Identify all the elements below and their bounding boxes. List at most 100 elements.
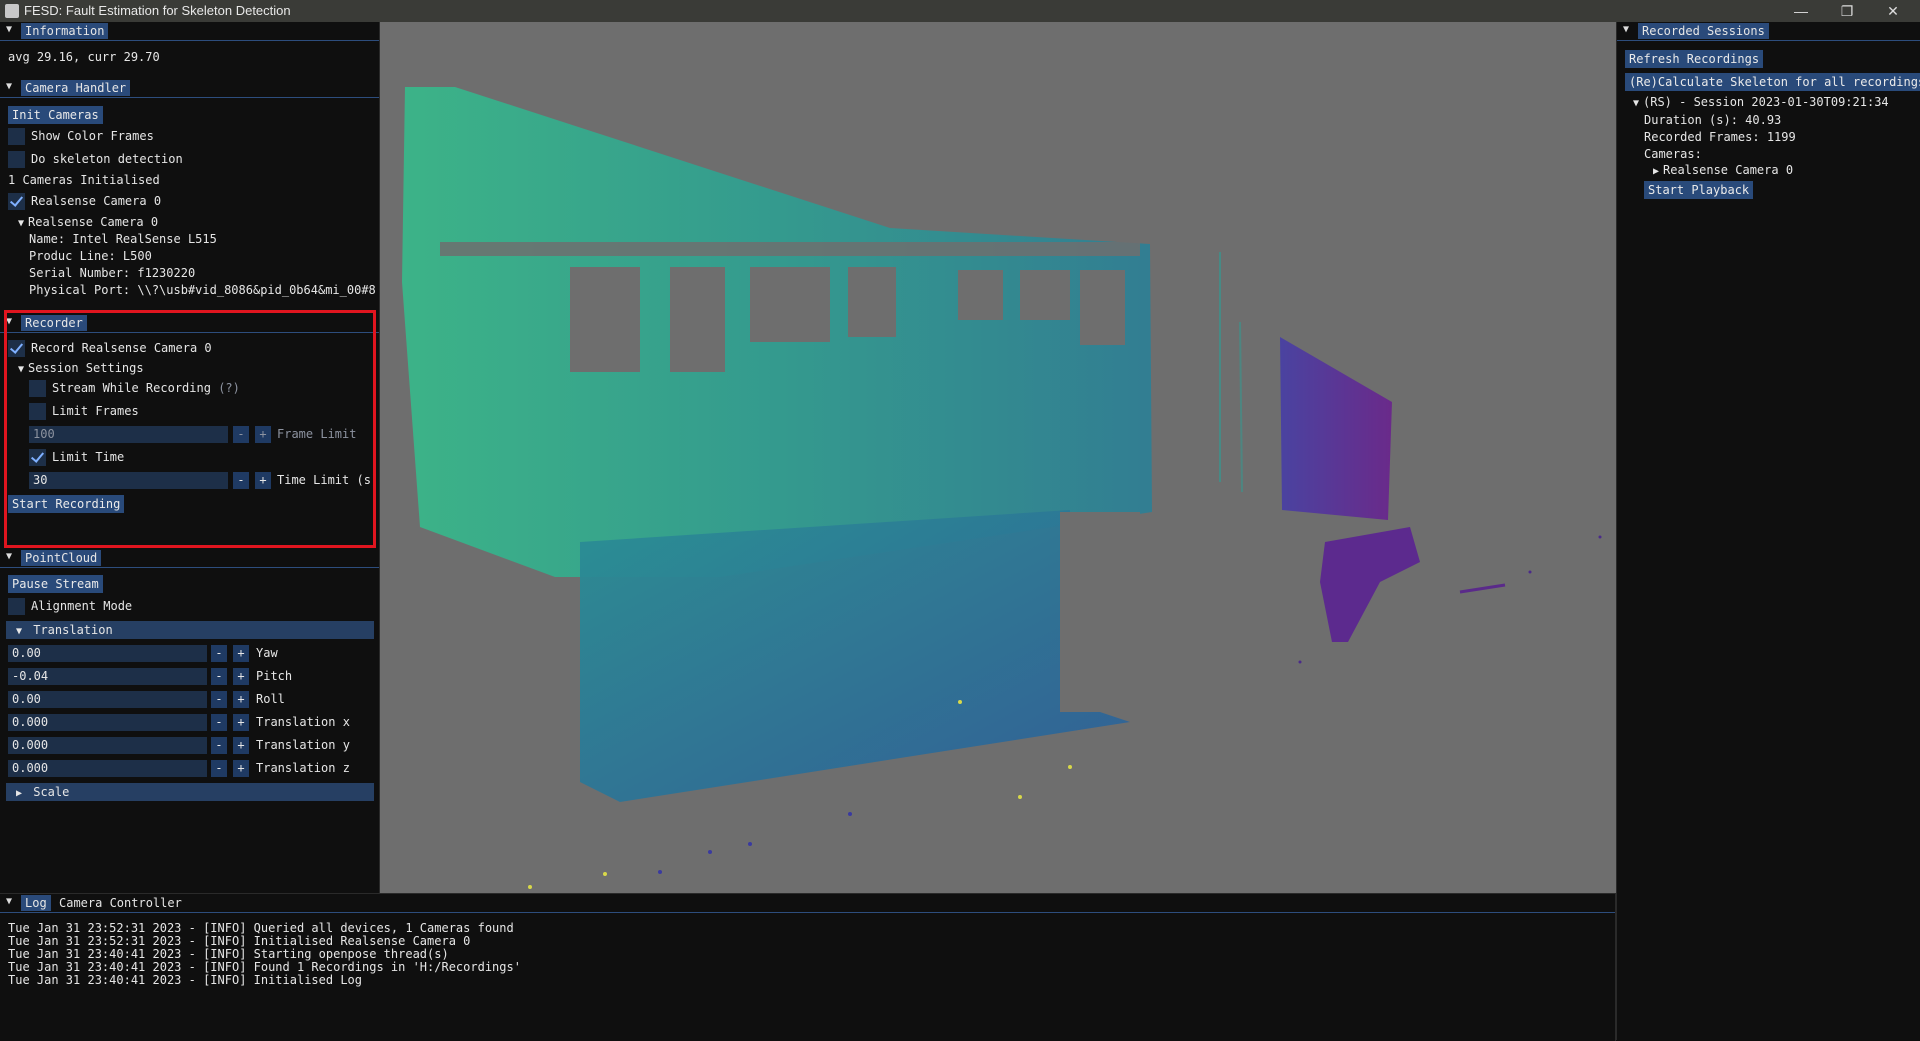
tab-log[interactable]: Log [21, 895, 51, 911]
pointcloud-point [708, 850, 712, 854]
session-camera-tree-node[interactable]: ▶ Realsense Camera 0 [1649, 162, 1793, 180]
pointcloud-window [1020, 270, 1070, 320]
pitch-decrement[interactable]: - [211, 668, 227, 685]
do-skeleton-checkbox[interactable] [8, 151, 25, 168]
collapse-triangle-icon[interactable]: ▼ [1623, 24, 1629, 35]
expanded-arrow-icon: ▼ [17, 218, 25, 229]
camera-0-checkbox[interactable] [8, 193, 25, 210]
init-cameras-button[interactable]: Init Cameras [8, 106, 103, 124]
translation-collapsing-header[interactable]: ▼ Translation [6, 621, 374, 639]
camera-serial: Serial Number: f1230220 [29, 266, 196, 280]
translation-x-label: Translation x [256, 715, 350, 729]
yaw-decrement[interactable]: - [211, 645, 227, 662]
translation-z-decrement[interactable]: - [211, 760, 227, 777]
collapsed-arrow-icon: ▶ [1652, 166, 1660, 177]
pointcloud-header[interactable]: ▼ PointCloud [0, 549, 379, 567]
alignment-mode-label: Alignment Mode [31, 599, 133, 613]
pointcloud-window [1080, 270, 1125, 345]
tab-camera-controller[interactable]: Camera Controller [55, 895, 186, 911]
session-tree-node[interactable]: ▼ (RS) - Session 2023-01-30T09:21:34 [1629, 94, 1889, 112]
pointcloud-point [848, 812, 852, 816]
pointcloud-point [658, 870, 662, 874]
pointcloud-point [1298, 660, 1302, 664]
yaw-increment[interactable]: + [233, 645, 249, 662]
divider [0, 912, 1615, 913]
start-playback-button[interactable]: Start Playback [1644, 181, 1754, 199]
translation-z-increment[interactable]: + [233, 760, 249, 777]
refresh-recordings-button[interactable]: Refresh Recordings [1625, 50, 1764, 68]
divider [1617, 40, 1920, 41]
pointcloud-point [958, 700, 962, 704]
session-frames: Recorded Frames: 1199 [1644, 130, 1796, 144]
tab-information[interactable]: Information [21, 23, 109, 39]
collapse-triangle-icon[interactable]: ▼ [6, 551, 12, 562]
pause-stream-button[interactable]: Pause Stream [8, 575, 103, 593]
pointcloud-point [1068, 765, 1072, 769]
translation-x-decrement[interactable]: - [211, 714, 227, 731]
scale-collapsing-header[interactable]: ▶ Scale [6, 783, 374, 801]
collapse-triangle-icon[interactable]: ▼ [6, 24, 12, 35]
expanded-arrow-icon: ▼ [1632, 98, 1640, 109]
minimize-icon[interactable]: — [1778, 0, 1824, 22]
pointcloud-viewport[interactable] [380, 22, 1616, 893]
pitch-increment[interactable]: + [233, 668, 249, 685]
log-panel: ▼ Log Camera Controller Tue Jan 31 23:52… [0, 893, 1616, 1041]
pointcloud-gap [440, 242, 1140, 256]
pointcloud-person-panel [1280, 337, 1392, 520]
recorder-highlight-box [4, 310, 376, 548]
translation-y-increment[interactable]: + [233, 737, 249, 754]
divider [0, 40, 379, 41]
tab-pointcloud[interactable]: PointCloud [21, 550, 102, 566]
pointcloud-stray-line [1459, 583, 1506, 594]
right-panel: ▼ Recorded Sessions Refresh Recordings (… [1616, 22, 1920, 1040]
show-color-frames-checkbox[interactable] [8, 128, 25, 145]
pointcloud-window [958, 270, 1003, 320]
camera-0-tree-node[interactable]: ▼ Realsense Camera 0 [14, 214, 158, 232]
translation-y-label: Translation y [256, 738, 350, 752]
roll-input[interactable]: 0.00 [8, 691, 207, 708]
camera-name: Name: Intel RealSense L515 [29, 232, 217, 246]
pointcloud-point [1528, 570, 1532, 574]
session-camera-label: Realsense Camera 0 [1663, 163, 1794, 177]
information-header[interactable]: ▼ Information [0, 22, 379, 40]
session-cameras-label: Cameras: [1644, 147, 1702, 161]
title-bar: FESD: Fault Estimation for Skeleton Dete… [0, 0, 1920, 22]
pointcloud-render [402, 87, 1602, 889]
translation-z-input[interactable]: 0.000 [8, 760, 207, 777]
pointcloud-point [748, 842, 752, 846]
divider [0, 97, 379, 98]
pointcloud-point [528, 885, 532, 889]
pitch-input[interactable]: -0.04 [8, 668, 207, 685]
recorded-sessions-header[interactable]: ▼ Recorded Sessions [1617, 22, 1920, 40]
translation-x-input[interactable]: 0.000 [8, 714, 207, 731]
recalculate-skeleton-button[interactable]: (Re)Calculate Skeleton for all recording… [1625, 73, 1920, 91]
scale-header-label: Scale [33, 785, 70, 799]
pointcloud-window [848, 267, 896, 337]
expanded-arrow-icon: ▼ [15, 626, 23, 637]
log-header: ▼ Log Camera Controller [0, 894, 1615, 912]
roll-decrement[interactable]: - [211, 691, 227, 708]
camera-product-line: Produc Line: L500 [29, 249, 152, 263]
cameras-status: 1 Cameras Initialised [8, 173, 160, 187]
translation-y-input[interactable]: 0.000 [8, 737, 207, 754]
show-color-frames-label: Show Color Frames [31, 129, 154, 143]
translation-z-label: Translation z [256, 761, 350, 775]
collapse-triangle-icon[interactable]: ▼ [6, 81, 12, 92]
pointcloud-window [570, 267, 640, 372]
collapse-triangle-icon[interactable]: ▼ [6, 896, 12, 907]
tab-recorded-sessions[interactable]: Recorded Sessions [1638, 23, 1769, 39]
pointcloud-window [750, 267, 830, 342]
restore-icon[interactable]: ❐ [1824, 0, 1870, 22]
session-node-label: (RS) - Session 2023-01-30T09:21:34 [1643, 95, 1889, 109]
yaw-input[interactable]: 0.00 [8, 645, 207, 662]
close-icon[interactable]: ✕ [1870, 0, 1916, 22]
camera-port: Physical Port: \\?\usb#vid_8086&pid_0b64… [29, 283, 375, 297]
roll-increment[interactable]: + [233, 691, 249, 708]
app-icon [5, 4, 19, 18]
tab-camera-handler[interactable]: Camera Handler [21, 80, 131, 96]
alignment-mode-checkbox[interactable] [8, 598, 25, 615]
camera-node-label: Realsense Camera 0 [28, 215, 159, 229]
camera-handler-header[interactable]: ▼ Camera Handler [0, 79, 379, 97]
translation-y-decrement[interactable]: - [211, 737, 227, 754]
translation-x-increment[interactable]: + [233, 714, 249, 731]
